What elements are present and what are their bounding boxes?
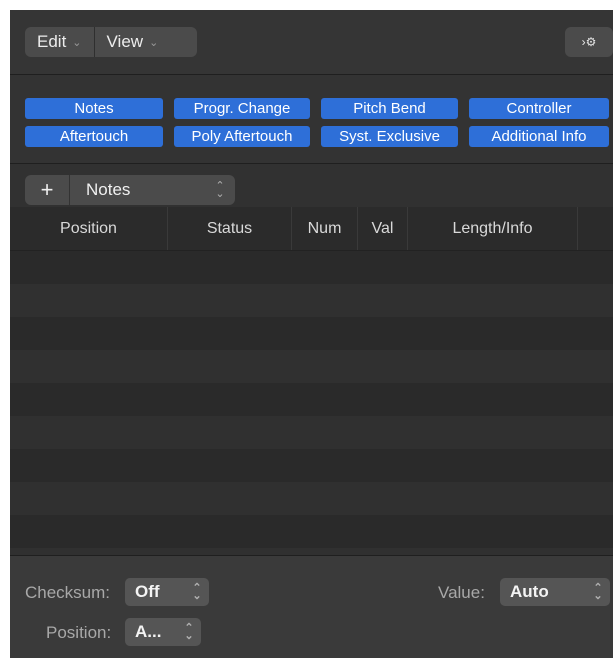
position-popup[interactable]: A... ⌃ ⌄: [125, 618, 201, 646]
filter-notes-button[interactable]: Notes: [25, 98, 163, 119]
filter-program-change-button[interactable]: Progr. Change: [174, 98, 310, 119]
midi-in-button[interactable]: ›⚙: [565, 27, 613, 57]
position-label: Position:: [46, 623, 112, 642]
view-menu-button[interactable]: View ⌄: [95, 27, 171, 57]
table-row: [10, 284, 613, 317]
updown-chevron-icon: ⌃ ⌄: [215, 180, 225, 200]
edit-menu-label: Edit: [37, 32, 67, 51]
checksum-popup[interactable]: Off ⌃ ⌄: [125, 578, 209, 606]
table-row: [10, 515, 613, 548]
menu-segment: Edit ⌄ View ⌄: [25, 27, 197, 57]
filter-additional-info-button[interactable]: Additional Info: [469, 126, 609, 147]
toolbar: Edit ⌄ View ⌄ ›⚙: [10, 10, 613, 75]
midi-in-icon: ›⚙: [581, 35, 597, 49]
event-type-value: Notes: [86, 180, 131, 199]
value-label: Value:: [438, 583, 485, 602]
updown-chevron-icon: ⌃ ⌄: [593, 582, 603, 602]
edit-menu-button[interactable]: Edit ⌄: [25, 27, 94, 57]
checksum-label: Checksum:: [25, 583, 111, 602]
table-row: [10, 482, 613, 515]
updown-chevron-icon: ⌃ ⌄: [192, 582, 202, 602]
filter-aftertouch-button[interactable]: Aftertouch: [25, 126, 163, 147]
table-row: [10, 416, 613, 449]
column-header-status[interactable]: Status: [168, 207, 292, 250]
event-type-popup[interactable]: + Notes ⌃ ⌄: [25, 175, 235, 205]
view-menu-label: View: [106, 32, 144, 51]
position-value: A...: [135, 622, 162, 641]
filter-pitch-bend-button[interactable]: Pitch Bend: [321, 98, 458, 119]
table-row: [10, 449, 613, 482]
column-header-position[interactable]: Position: [10, 207, 168, 250]
checksum-value: Off: [135, 582, 160, 601]
column-header-val[interactable]: Val: [358, 207, 408, 250]
filter-controller-button[interactable]: Controller: [469, 98, 609, 119]
table-row: [10, 383, 613, 416]
chevron-down-icon: ⌄: [149, 36, 159, 49]
event-list-table[interactable]: [10, 251, 613, 555]
table-row: [10, 350, 613, 383]
event-list-window: Edit ⌄ View ⌄ ›⚙ Notes Progr. Change Pit…: [10, 10, 613, 658]
filter-poly-aftertouch-button[interactable]: Poly Aftertouch: [174, 126, 310, 147]
filter-system-exclusive-button[interactable]: Syst. Exclusive: [321, 126, 458, 147]
column-header-length-info[interactable]: Length/Info: [408, 207, 578, 250]
value-popup[interactable]: Auto ⌃ ⌄: [500, 578, 610, 606]
add-event-button[interactable]: +: [25, 175, 70, 205]
table-row: [10, 317, 613, 350]
table-header: Position Status Num Val Length/Info: [10, 207, 613, 251]
inspector-panel: Checksum: Off ⌃ ⌄ Value: Auto ⌃ ⌄ Position…: [10, 555, 613, 658]
chevron-down-icon: ⌄: [72, 36, 82, 49]
table-row: [10, 548, 613, 555]
table-row: [10, 251, 613, 284]
column-header-num[interactable]: Num: [292, 207, 358, 250]
value-value: Auto: [510, 582, 549, 601]
updown-chevron-icon: ⌃ ⌄: [184, 622, 194, 642]
event-type-filters: Notes Progr. Change Pitch Bend Controlle…: [10, 75, 613, 164]
